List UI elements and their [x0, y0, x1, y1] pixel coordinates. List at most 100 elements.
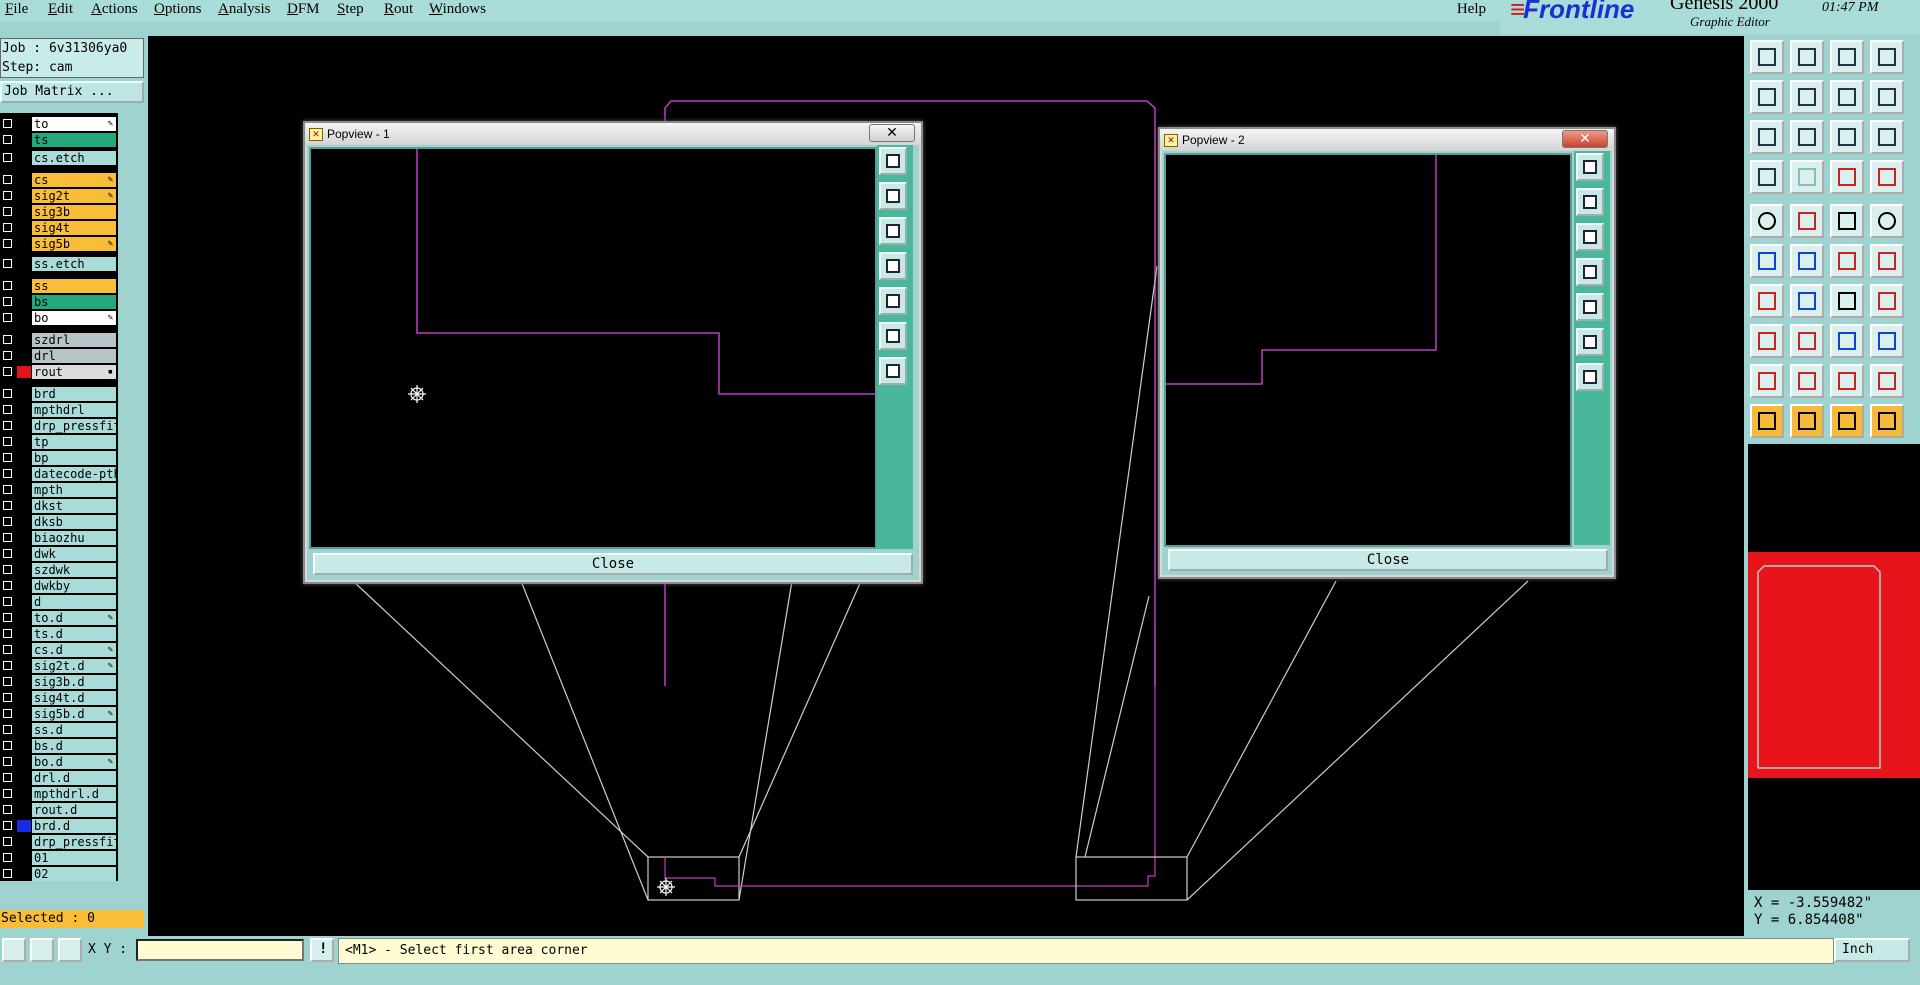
layer-name[interactable]: sig5b.d ✎: [32, 707, 116, 721]
popview-1-close-button[interactable]: Close: [313, 553, 913, 575]
xy-input[interactable]: [136, 939, 304, 961]
layer-name[interactable]: tp: [32, 435, 116, 449]
layer-checkbox[interactable]: [3, 789, 12, 798]
save-tool-button[interactable]: [1790, 40, 1824, 74]
layer-checkbox[interactable]: [3, 565, 12, 574]
menu-dfm[interactable]: DFM: [287, 1, 320, 18]
popview-2-close-button[interactable]: Close: [1168, 549, 1608, 571]
step-repeat-tool-button[interactable]: [1870, 80, 1904, 114]
layer-row[interactable]: mpthdrl.d: [0, 787, 118, 801]
layer-checkbox[interactable]: [3, 645, 12, 654]
layer-name[interactable]: dkst: [32, 499, 116, 513]
pan-up-button[interactable]: [879, 182, 907, 210]
menu-actions[interactable]: Actions: [91, 1, 138, 18]
layer-row[interactable]: dwkby: [0, 579, 118, 593]
layer-checkbox[interactable]: [3, 869, 12, 878]
layer-row[interactable]: sig2t ✎: [0, 189, 118, 203]
open-job-tool-button[interactable]: [1750, 40, 1784, 74]
layer-name[interactable]: ss.d: [32, 723, 116, 737]
snap-button[interactable]: [2, 938, 26, 962]
layer-checkbox[interactable]: [3, 389, 12, 398]
layer-name[interactable]: sig5b ✎: [32, 237, 116, 251]
popview-1-view[interactable]: [309, 147, 877, 549]
layer-row[interactable]: sig5b.d ✎: [0, 707, 118, 721]
layer-row[interactable]: drl.d: [0, 771, 118, 785]
layer-checkbox[interactable]: [3, 367, 12, 376]
layer-checkbox[interactable]: [3, 581, 12, 590]
layer-color-swatch[interactable]: [17, 820, 31, 832]
layer-row[interactable]: dksb: [0, 515, 118, 529]
ruler-tool-button[interactable]: [1830, 204, 1864, 238]
arc-tool-button[interactable]: [1830, 284, 1864, 318]
layer-checkbox[interactable]: [3, 223, 12, 232]
pan-down-button[interactable]: [1576, 223, 1604, 251]
layer-checkbox[interactable]: [3, 421, 12, 430]
menu-options[interactable]: Options: [154, 1, 202, 18]
layer-checkbox[interactable]: [3, 351, 12, 360]
layer-checkbox[interactable]: [3, 207, 12, 216]
layer-checkbox[interactable]: [3, 501, 12, 510]
pad-blue-tool-button[interactable]: [1830, 324, 1864, 358]
pan-left-button[interactable]: [879, 252, 907, 280]
layer-name[interactable]: d: [32, 595, 116, 609]
home-tool-button[interactable]: [1830, 40, 1864, 74]
triangle-2-tool-button[interactable]: [1790, 364, 1824, 398]
layer-name[interactable]: brd.d: [32, 819, 116, 833]
zoom-in-button[interactable]: [879, 322, 907, 350]
pan-down-button[interactable]: [879, 217, 907, 245]
layer-name[interactable]: bs.d: [32, 739, 116, 753]
layer-checkbox[interactable]: [3, 313, 12, 322]
pan-up-button[interactable]: [1576, 188, 1604, 216]
layer-name[interactable]: ss.etch: [32, 257, 116, 271]
layer-name[interactable]: 01: [32, 851, 116, 865]
menu-edit[interactable]: Edit: [48, 1, 73, 18]
layer-row[interactable]: brd: [0, 387, 118, 401]
layer-row[interactable]: szdrl: [0, 333, 118, 347]
job-matrix-button[interactable]: Job Matrix ...: [0, 81, 144, 103]
layer-checkbox[interactable]: [3, 677, 12, 686]
popview-1-window[interactable]: ✕ Popview - 1 ✕ Close: [303, 121, 923, 584]
layer-checkbox[interactable]: [3, 709, 12, 718]
popview-2-titlebar[interactable]: ✕ Popview - 2 ✕: [1160, 129, 1614, 151]
menu-step[interactable]: Step: [337, 1, 364, 18]
route-red-2-tool-button[interactable]: [1870, 160, 1904, 194]
popview-1-close-icon[interactable]: ✕: [869, 124, 915, 142]
zoom-home-button[interactable]: [879, 147, 907, 175]
zoom-home-button[interactable]: [1576, 153, 1604, 181]
export-tool-button[interactable]: [1790, 80, 1824, 114]
layer-row[interactable]: bs.d: [0, 739, 118, 753]
layer-name[interactable]: bs: [32, 295, 116, 309]
layer-name[interactable]: 02: [32, 867, 116, 881]
layer-name[interactable]: mpth: [32, 483, 116, 497]
layer-name[interactable]: sig4t.d: [32, 691, 116, 705]
layer-checkbox[interactable]: [3, 533, 12, 542]
layer-row[interactable]: biaozhu: [0, 531, 118, 545]
layer-checkbox[interactable]: [3, 405, 12, 414]
layer-name[interactable]: drl.d: [32, 771, 116, 785]
layer-row[interactable]: ss.etch: [0, 257, 118, 271]
layer-row[interactable]: drp_pressfit: [0, 419, 118, 433]
layer-checkbox[interactable]: [3, 597, 12, 606]
layer-name[interactable]: drl: [32, 349, 116, 363]
node-tool-button[interactable]: [1750, 244, 1784, 278]
layer-checkbox[interactable]: [3, 153, 12, 162]
layer-checkbox[interactable]: [3, 297, 12, 306]
layer-checkbox[interactable]: [3, 837, 12, 846]
units-select[interactable]: Inch: [1834, 938, 1910, 962]
layer-checkbox[interactable]: [3, 549, 12, 558]
circle-tool-button[interactable]: [1870, 204, 1904, 238]
route-select-tool-button[interactable]: [1870, 404, 1904, 438]
line-red-2-tool-button[interactable]: [1870, 244, 1904, 278]
layer-row[interactable]: rout ▪: [0, 365, 118, 379]
layer-checkbox[interactable]: [3, 693, 12, 702]
layer-name[interactable]: cs.etch: [32, 151, 116, 165]
layer-name[interactable]: dksb: [32, 515, 116, 529]
net-tool-button[interactable]: [1750, 160, 1784, 194]
layer-row[interactable]: 01: [0, 851, 118, 865]
line-blue-tool-button[interactable]: [1790, 284, 1824, 318]
layer-name[interactable]: mpthdrl.d: [32, 787, 116, 801]
layer-checkbox[interactable]: [3, 437, 12, 446]
layer-color-swatch[interactable]: [17, 366, 31, 378]
layer-row[interactable]: ts: [0, 133, 118, 147]
layer-checkbox[interactable]: [3, 135, 12, 144]
